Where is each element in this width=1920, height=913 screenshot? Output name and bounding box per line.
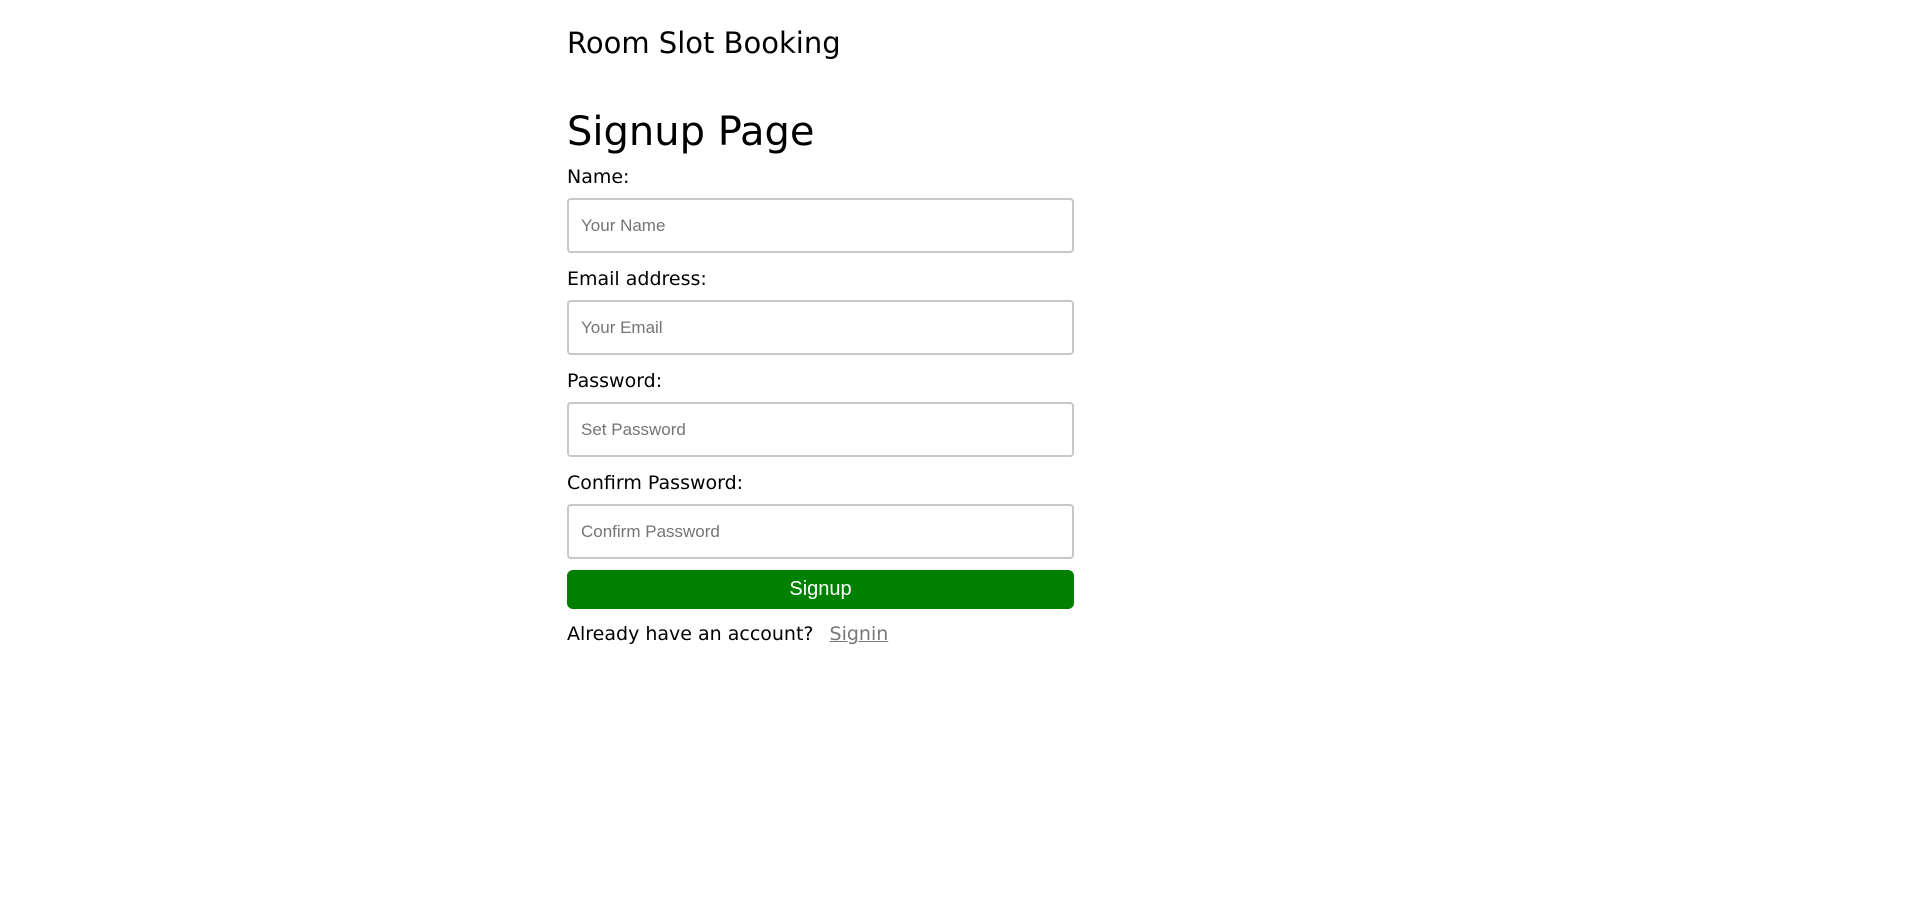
page-title: Signup Page: [567, 109, 815, 155]
signup-form: Name: Email address: Password: Confirm P…: [567, 165, 1074, 646]
name-label: Name:: [567, 166, 630, 188]
confirm-password-label: Confirm Password:: [567, 472, 744, 494]
password-label: Password:: [567, 370, 663, 392]
signin-prompt: Already have an account?: [567, 623, 814, 645]
password-input[interactable]: [567, 402, 1074, 457]
signup-button[interactable]: Signup: [567, 570, 1074, 609]
email-input[interactable]: [567, 300, 1074, 355]
email-label: Email address:: [567, 268, 707, 290]
signup-container: Room Slot Booking Signup Page Name: Emai…: [567, 0, 1074, 646]
signin-row: Already have an account? Signin: [567, 622, 1074, 646]
confirm-password-input[interactable]: [567, 504, 1074, 559]
signin-link[interactable]: Signin: [830, 623, 889, 645]
app-title: Room Slot Booking: [567, 26, 841, 60]
name-input[interactable]: [567, 198, 1074, 253]
